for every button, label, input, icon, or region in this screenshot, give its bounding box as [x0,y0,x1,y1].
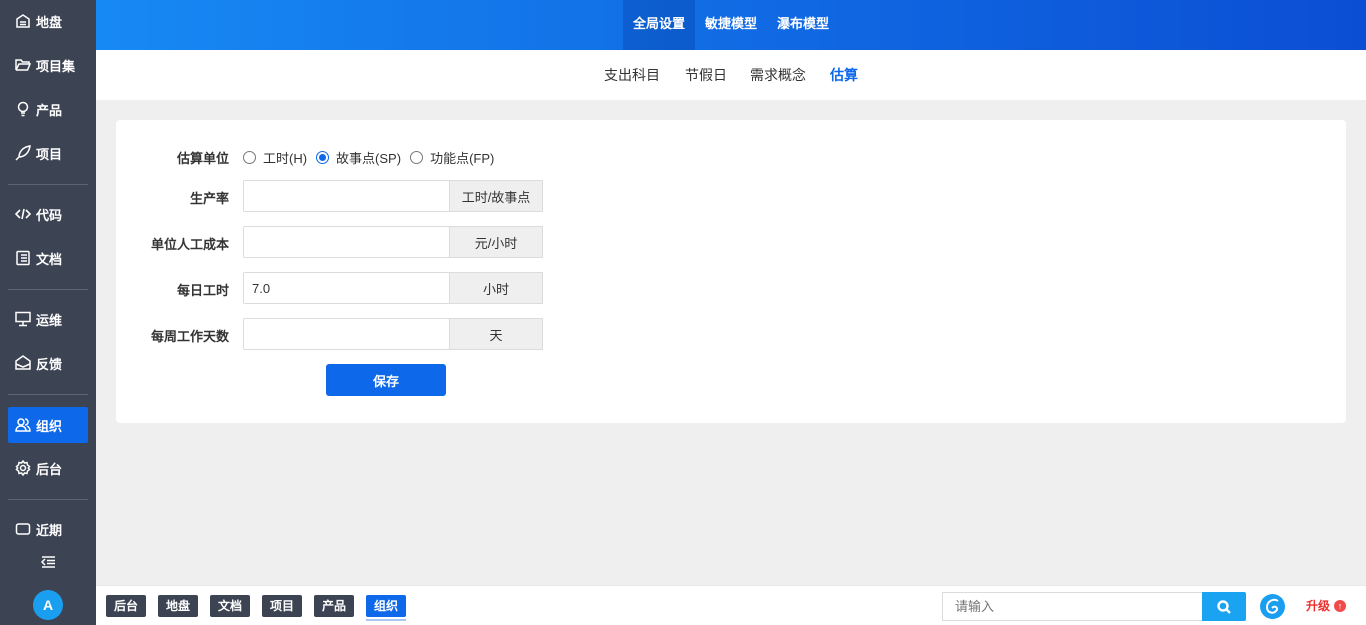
bottom-bar: 后台 地盘 文档 项目 产品 组织 升级↑ [96,585,1366,625]
tab-agile-model[interactable]: 敏捷模型 [695,0,767,50]
ops-icon [14,310,32,328]
sidebar-item-project[interactable]: 项目 [8,135,88,171]
sidebar-item-label: 项目集 [36,58,76,74]
recent-icon [14,520,32,538]
sidebar-item-product[interactable]: 产品 [8,91,88,127]
sidebar-item-admin[interactable]: 后台 [8,450,88,486]
estimate-settings-form: 估算单位 工时(H) 故事点(SP) 功能点(FP) 生产率 工时/故事点 单位… [116,120,1346,423]
radio-circle [410,151,424,164]
sidebar-item-label: 地盘 [36,14,63,30]
subnav-expense-subject[interactable]: 支出科目 [604,50,660,100]
unit-labor-cost-unit: 元/小时 [449,226,543,258]
zentao-logo-icon[interactable] [1260,594,1285,619]
bottom-tab-doc[interactable]: 文档 [210,595,251,617]
sidebar-item-label: 代码 [36,207,63,223]
subnav-story-concept[interactable]: 需求概念 [750,50,806,100]
daily-hours-input[interactable] [243,272,449,304]
subnav-holiday[interactable]: 节假日 [685,50,727,100]
radio-hours[interactable]: 工时(H) [243,148,307,167]
radio-circle [316,151,330,164]
sidebar-item-label: 文档 [36,251,63,267]
unit-label: 估算单位 [176,151,229,166]
sidebar-item-label: 后台 [36,461,63,477]
sub-nav: 支出科目 节假日 需求概念 估算 [96,50,1366,100]
daily-hours-unit: 小时 [449,272,543,304]
bottom-tab-dashboard[interactable]: 地盘 [158,595,199,617]
tab-global-settings[interactable]: 全局设置 [623,0,696,50]
sidebar-item-ops[interactable]: 运维 [8,301,88,337]
sidebar-item-org[interactable]: 组织 [8,407,88,443]
avatar[interactable]: A [33,590,63,620]
sidebar-divider [8,289,88,290]
productivity-label: 生产率 [189,191,229,206]
daily-hours-label: 每日工时 [176,283,229,298]
sidebar-item-feedback[interactable]: 反馈 [8,345,88,381]
arrow-up-icon: ↑ [1334,599,1347,612]
sidebar-item-label: 产品 [36,102,63,118]
weekly-days-field: 天 [243,318,543,350]
unit-labor-cost-field: 元/小时 [243,226,543,258]
sidebar-item-doc[interactable]: 文档 [8,240,88,276]
document-icon [14,249,32,267]
upgrade-link[interactable]: 升级 ↑ [1306,597,1347,614]
sidebar-item-program[interactable]: 项目集 [8,47,88,83]
sidebar-divider [8,499,88,500]
sidebar-item-label: 近期 [36,522,63,538]
unit-radio-group: 工时(H) 故事点(SP) 功能点(FP) [243,148,503,167]
radio-label: 工时(H) [263,151,308,166]
users-icon [14,416,32,434]
code-icon [14,205,32,223]
weekly-days-label: 每周工作天数 [150,329,229,344]
sidebar-divider [8,184,88,185]
radio-label: 功能点(FP) [430,151,495,166]
sidebar-item-label: 运维 [36,312,63,328]
sidebar-item-label: 项目 [36,146,63,162]
top-nav: 全局设置 敏捷模型 瀑布模型 [96,0,1366,50]
subnav-estimate[interactable]: 估算 [830,50,858,100]
sidebar-item-label: 反馈 [36,356,63,372]
gear-icon [14,459,32,477]
radio-story-points[interactable]: 故事点(SP) [316,148,401,167]
sidebar-item-code[interactable]: 代码 [8,196,88,232]
weekly-days-unit: 天 [449,318,543,350]
upgrade-label: 升级 [1306,599,1331,613]
dashboard-icon [14,12,32,30]
radio-label: 故事点(SP) [336,151,402,166]
save-button[interactable]: 保存 [326,364,446,396]
bottom-tab-org[interactable]: 组织 [366,595,407,621]
folder-icon [14,56,32,74]
sidebar-item-label: 组织 [36,418,63,434]
unit-labor-cost-input[interactable] [243,226,449,258]
radio-circle [243,151,256,164]
collapse-menu-icon[interactable] [40,554,56,570]
productivity-input[interactable] [243,180,449,212]
search-icon [1217,599,1231,614]
bottom-tab-product[interactable]: 产品 [314,595,355,617]
search-input[interactable] [942,592,1202,621]
search-button[interactable] [1202,592,1246,621]
rocket-icon [14,144,32,162]
bottom-tab-admin[interactable]: 后台 [106,595,147,617]
feedback-icon [14,354,32,372]
weekly-days-input[interactable] [243,318,449,350]
sidebar: 地盘 项目集 产品 项目 代码 文档 运维 反馈 组织 后台 近期 A [0,0,96,625]
radio-function-points[interactable]: 功能点(FP) [410,148,494,167]
productivity-field: 工时/故事点 [243,180,543,212]
daily-hours-field: 小时 [243,272,543,304]
bottom-tab-project[interactable]: 项目 [262,595,303,617]
lightbulb-icon [14,100,32,118]
unit-labor-cost-label: 单位人工成本 [150,237,229,252]
sidebar-item-dashboard[interactable]: 地盘 [8,3,88,39]
sidebar-item-recent[interactable]: 近期 [8,511,88,547]
sidebar-divider [8,394,88,395]
tab-waterfall-model[interactable]: 瀑布模型 [767,0,839,50]
productivity-unit: 工时/故事点 [449,180,543,212]
